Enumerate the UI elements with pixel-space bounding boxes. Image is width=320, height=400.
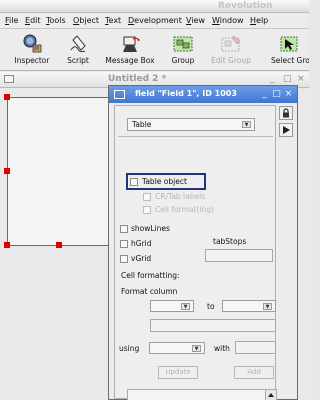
message-box-icon [123, 36, 140, 52]
play-arrow-icon [283, 126, 290, 134]
resize-handle-top-left[interactable] [4, 94, 10, 100]
lock-icon [283, 108, 289, 118]
menu-bar: File Edit Tools Object Text Development … [0, 13, 309, 29]
toolbar: Inspector Script Message Box Group Edit … [0, 29, 309, 71]
menu-edit[interactable]: Edit [25, 16, 41, 25]
menu-object[interactable]: Object [73, 16, 99, 25]
chevron-down-icon: ▼ [263, 303, 272, 310]
cell-format-label: Cell format(ing) [155, 205, 214, 214]
app-titlebar: Revolution [0, 0, 309, 13]
minimize-icon[interactable]: _ [270, 74, 275, 84]
inspector-icon [23, 34, 42, 53]
menu-text[interactable]: Text [105, 16, 121, 25]
inspector-pane: Table ▼ Table object CR/Tab labels Cell … [114, 105, 277, 400]
showlines-label: showLines [131, 224, 170, 233]
format-field[interactable] [150, 319, 276, 332]
maximize-icon[interactable]: □ [283, 74, 292, 84]
hgrid-checkbox[interactable] [120, 240, 128, 248]
app-title: Revolution [218, 1, 273, 11]
format-column-to-select[interactable]: ▼ [222, 300, 276, 312]
list-scrollbar[interactable] [265, 390, 276, 400]
stack-title: Untitled 2 * [108, 74, 167, 84]
with-field[interactable] [235, 341, 276, 354]
table-object-label: Table object [142, 177, 187, 186]
hgrid-label: hGrid [131, 239, 152, 248]
select-grouped-icon [280, 36, 298, 52]
to-label: to [207, 302, 215, 311]
edit-group-icon [221, 35, 241, 52]
using-select[interactable]: ▼ [149, 342, 205, 354]
message-box-button[interactable]: Message Box [104, 29, 156, 71]
showlines-checkbox[interactable] [120, 225, 128, 233]
add-button[interactable]: Add [234, 366, 274, 379]
format-list[interactable] [127, 389, 277, 400]
tabstops-field[interactable] [205, 249, 273, 262]
menu-view[interactable]: View [186, 16, 205, 25]
format-column-label: Format column [121, 287, 178, 296]
inspector-maximize-icon[interactable]: □ [271, 89, 282, 100]
menu-tools[interactable]: Tools [46, 16, 66, 25]
select-grouped-button[interactable]: Select Gro [267, 29, 309, 71]
chevron-down-icon: ▼ [242, 121, 251, 128]
table-object-checkbox[interactable] [130, 178, 138, 186]
inspector-menu-icon[interactable] [114, 90, 125, 99]
divider [118, 136, 273, 137]
inspector-titlebar[interactable]: field "Field 1", ID 1003 _ □ × [109, 86, 297, 103]
inspector-title: field "Field 1", ID 1003 [135, 89, 237, 98]
resize-handle-bottom-center[interactable] [56, 242, 62, 248]
property-inspector: field "Field 1", ID 1003 _ □ × Table ▼ T… [108, 85, 298, 400]
group-icon [173, 36, 193, 52]
with-label: with [214, 344, 230, 353]
window-menu-icon[interactable] [4, 75, 14, 83]
group-button[interactable]: Group [165, 29, 201, 71]
menu-window[interactable]: Window [212, 16, 244, 25]
menu-help[interactable]: Help [250, 16, 268, 25]
using-label: using [119, 344, 140, 353]
format-column-from-select[interactable]: ▼ [150, 300, 194, 312]
menu-file[interactable]: File [5, 16, 18, 25]
tabstops-label: tabStops [213, 237, 247, 246]
resize-handle-bottom-left[interactable] [4, 242, 10, 248]
inspector-button[interactable]: Inspector [10, 29, 54, 71]
vgrid-checkbox[interactable] [120, 255, 128, 263]
cell-format-checkbox[interactable] [143, 206, 151, 214]
resize-handle-middle-left[interactable] [4, 168, 10, 174]
cell-formatting-label: Cell formatting: [121, 271, 180, 280]
section-select[interactable]: Table ▼ [127, 118, 255, 131]
inspector-close-icon[interactable]: × [283, 89, 294, 100]
selected-field[interactable] [7, 97, 110, 246]
chevron-down-icon: ▼ [181, 303, 190, 310]
scroll-up-icon[interactable] [266, 390, 276, 400]
cr-tab-labels-label: CR/Tab labels [155, 192, 206, 201]
edit-group-button[interactable]: Edit Group [208, 29, 254, 71]
script-button[interactable]: Script [60, 29, 96, 71]
menu-development[interactable]: Development [128, 16, 182, 25]
inspector-minimize-icon[interactable]: _ [259, 89, 270, 100]
close-icon[interactable]: × [297, 74, 305, 84]
update-button[interactable]: Update [158, 366, 198, 379]
chevron-down-icon: ▼ [192, 345, 201, 352]
lock-button[interactable] [279, 106, 293, 120]
vgrid-label: vGrid [131, 254, 152, 263]
cr-tab-labels-checkbox[interactable] [143, 193, 151, 201]
script-icon [70, 35, 86, 53]
next-object-button[interactable] [279, 123, 293, 137]
